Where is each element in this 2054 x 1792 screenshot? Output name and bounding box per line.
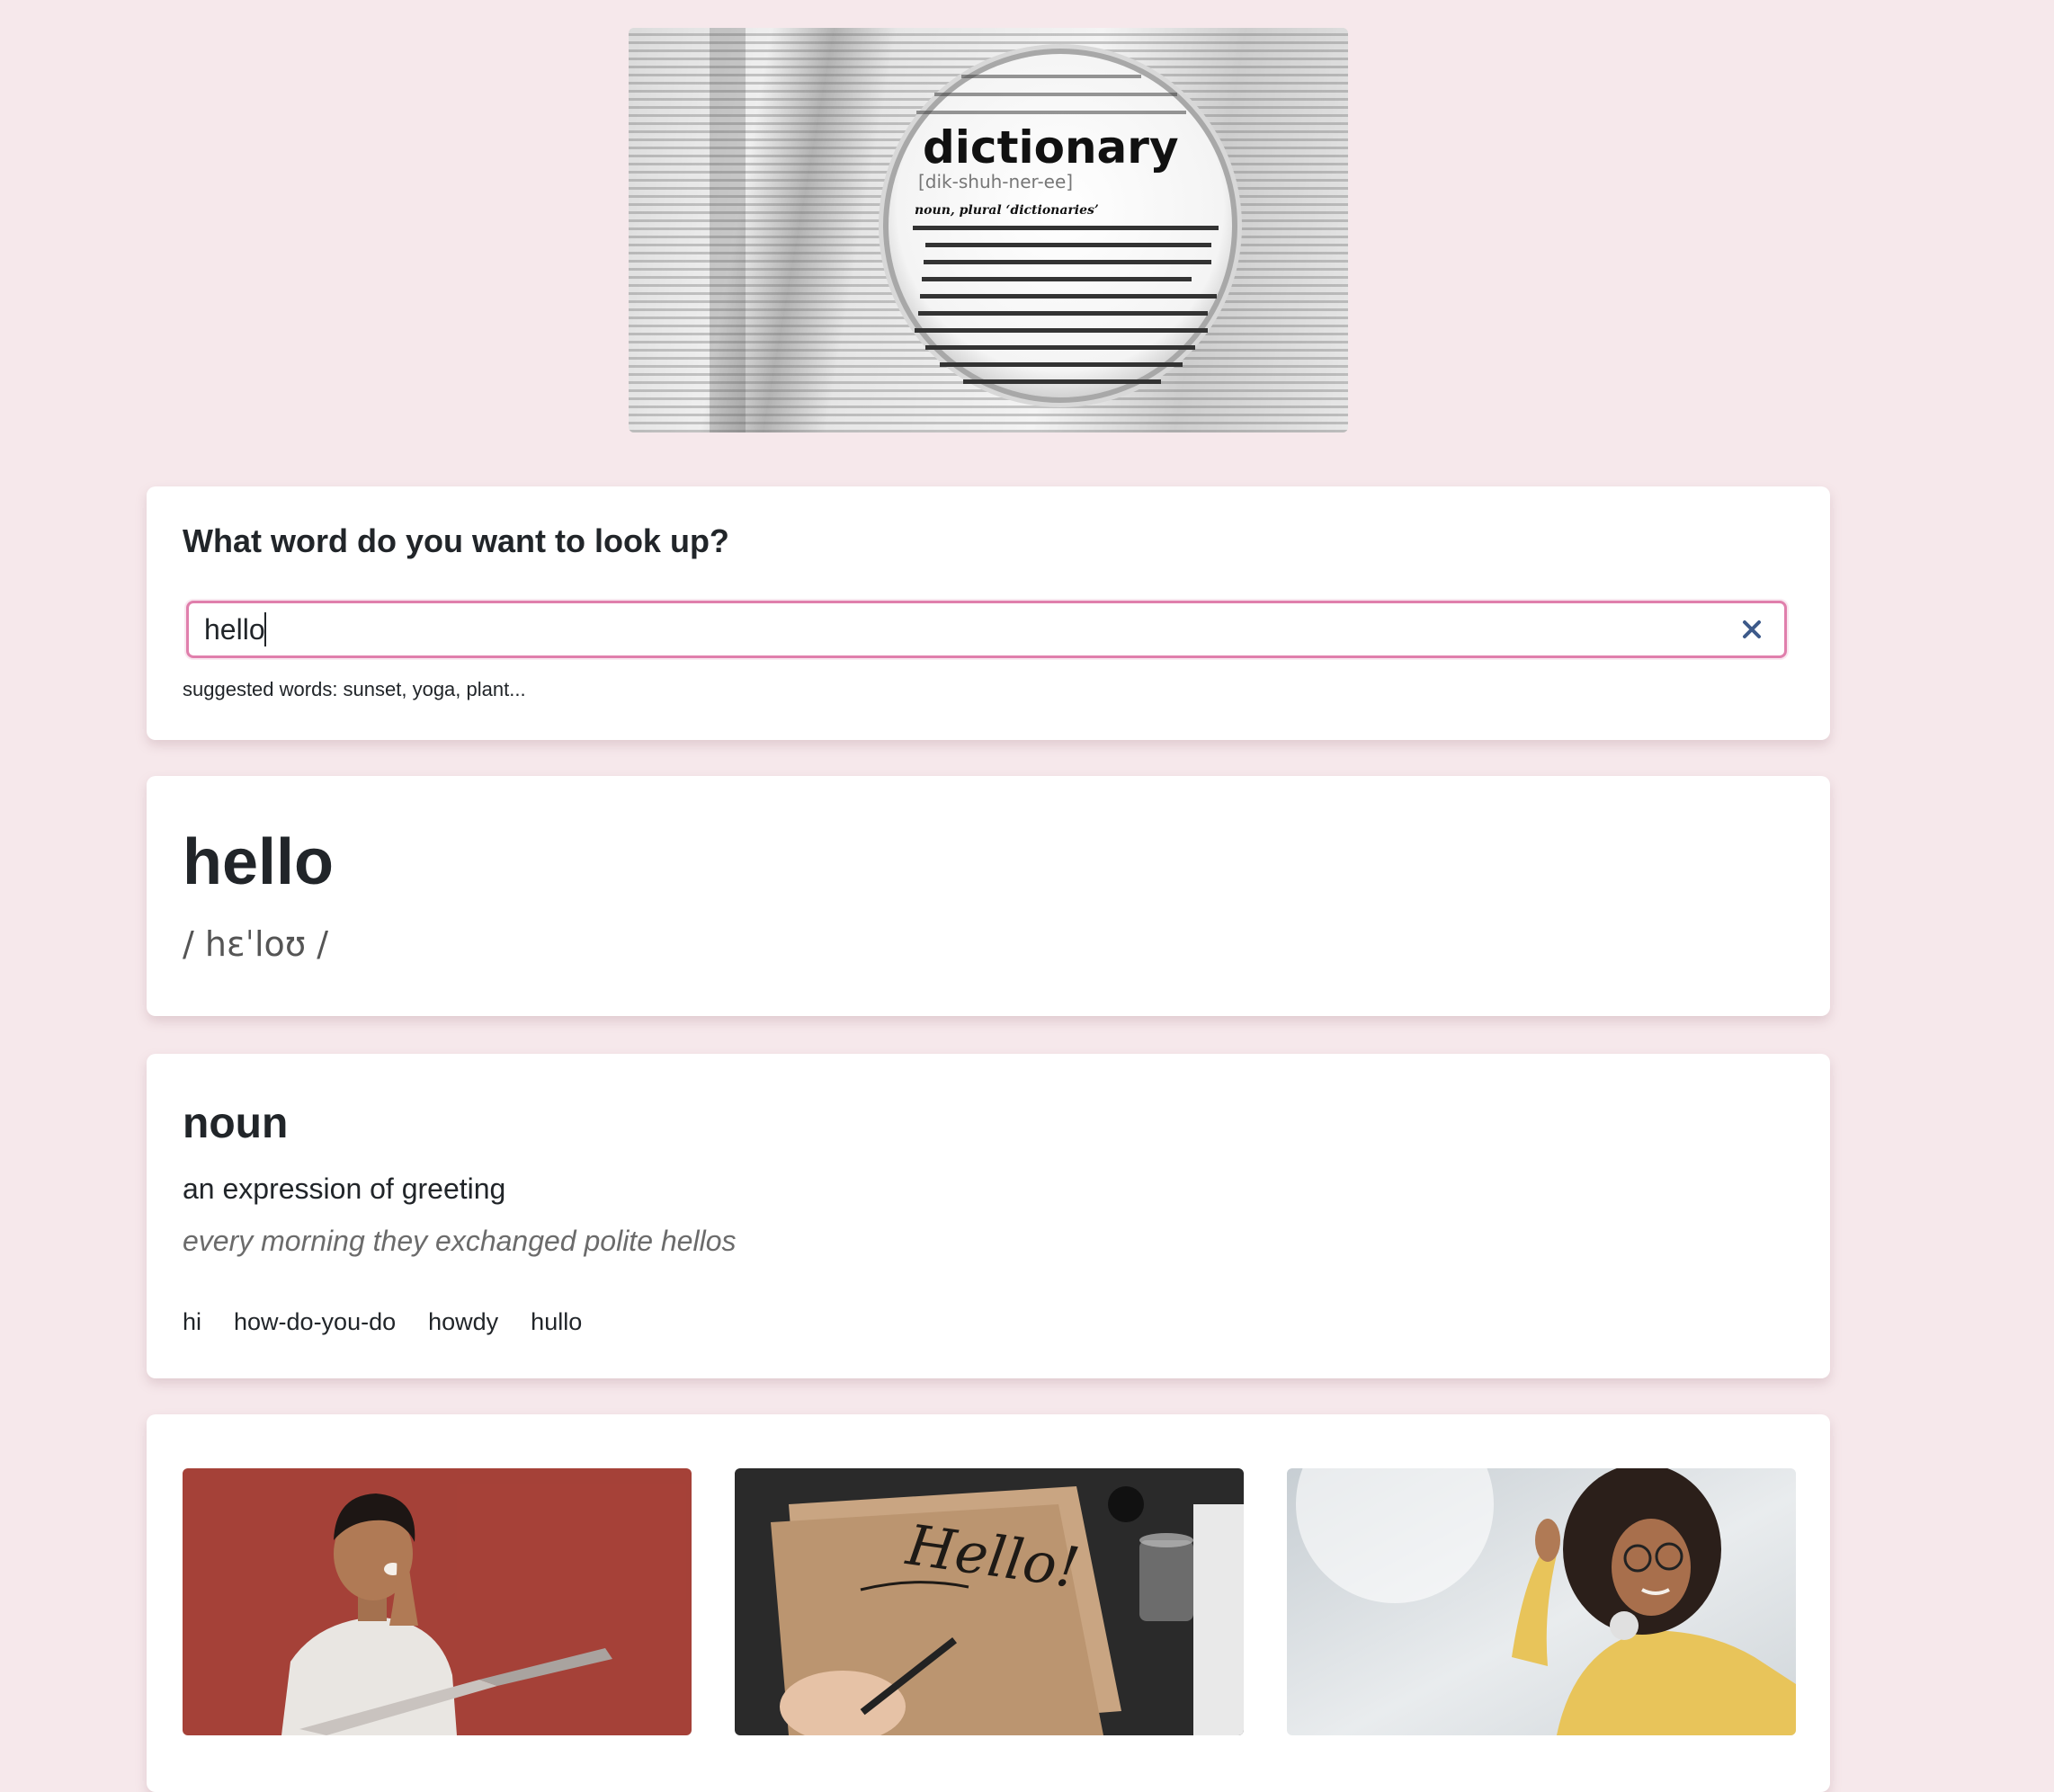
part-of-speech: noun (183, 1100, 289, 1147)
photo-3-illustration (1287, 1468, 1796, 1735)
synonym-link[interactable]: how-do-you-do (234, 1308, 396, 1336)
suggested-words: suggested words: sunset, yoga, plant... (183, 678, 526, 700)
synonym-link[interactable]: hullo (531, 1308, 582, 1336)
hero-pos-line: noun, plural ‘dictionaries’ (915, 203, 1099, 218)
synonym-list: hi how-do-you-do howdy hullo (183, 1308, 582, 1336)
photos-card: Hello! (147, 1414, 1830, 1792)
hello-calligraphy-photo[interactable]: Hello! (735, 1468, 1244, 1735)
hero-headword: dictionary (923, 121, 1179, 174)
definition-text: an expression of greeting (183, 1172, 506, 1205)
dictionary-magnifier-image: dictionary [dik-shuh-ner-ee] noun, plura… (629, 28, 1348, 432)
photo-gallery: Hello! (183, 1468, 1796, 1735)
text-caret (263, 612, 266, 646)
clear-search-button[interactable] (1727, 604, 1777, 655)
man-waving-with-laptop-photo[interactable] (183, 1468, 692, 1735)
definition-card: noun an expression of greeting every mor… (147, 1054, 1830, 1378)
phonetic-text: / hɛˈloʊ / (183, 924, 329, 964)
search-input-text: hello (204, 612, 265, 646)
synonym-link[interactable]: hi (183, 1308, 201, 1336)
synonym-link[interactable]: howdy (428, 1308, 498, 1336)
hero-pronunciation: [dik-shuh-ner-ee] (918, 171, 1073, 192)
photo-2-illustration: Hello! (735, 1468, 1244, 1735)
word-card: hello / hɛˈloʊ / (147, 776, 1830, 1016)
search-input[interactable] (189, 603, 204, 655)
close-icon (1743, 620, 1761, 638)
search-card: What word do you want to look up? hello … (147, 486, 1830, 740)
photo-1-illustration (183, 1468, 692, 1735)
search-box: hello (186, 601, 1787, 658)
hero-illustration: dictionary [dik-shuh-ner-ee] noun, plura… (629, 28, 1348, 432)
example-sentence: every morning they exchanged polite hell… (183, 1225, 737, 1257)
woman-waving-photo[interactable] (1287, 1468, 1796, 1735)
word-title: hello (183, 826, 335, 898)
search-prompt: What word do you want to look up? (183, 522, 729, 559)
